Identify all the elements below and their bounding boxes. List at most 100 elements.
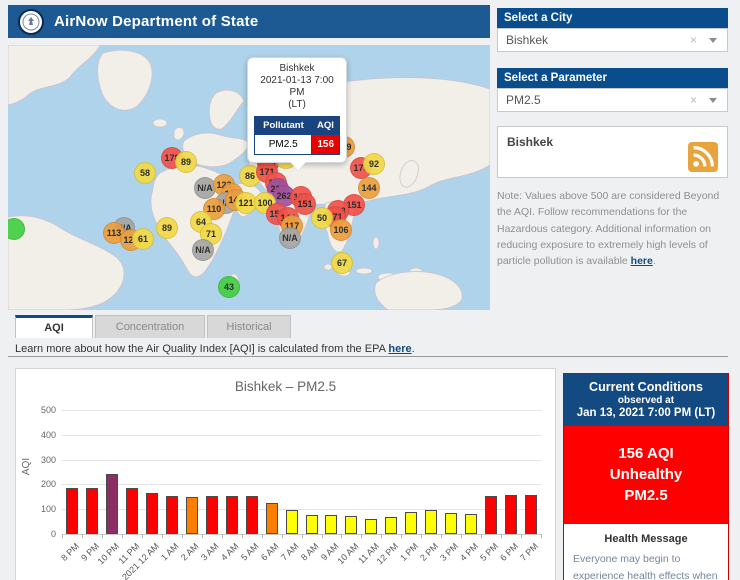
- city-select-value: Bishkek: [506, 33, 548, 47]
- map-marker[interactable]: 144: [358, 177, 380, 199]
- x-tick-label: 8 AM: [299, 541, 321, 563]
- tab-historical[interactable]: Historical: [207, 315, 291, 338]
- x-tick-label: 1 PM: [398, 541, 420, 563]
- map-marker[interactable]: N/A: [192, 239, 214, 261]
- x-tick-mark: [381, 534, 382, 538]
- tab-aqi[interactable]: AQI: [15, 315, 93, 338]
- map-marker[interactable]: 92: [363, 153, 385, 175]
- chart-bar[interactable]: [525, 495, 537, 534]
- city-dropdown-arrow-icon[interactable]: [709, 38, 717, 43]
- aqi-value-line: 156 AQI: [568, 443, 724, 464]
- chart-bar[interactable]: [246, 496, 258, 534]
- chart-bar[interactable]: [66, 488, 78, 534]
- city-select[interactable]: Bishkek ×: [497, 28, 728, 52]
- tooltip-aqi-value: 156: [312, 135, 340, 155]
- world-aqi-map[interactable]: 5817889N/A1131206189N/A123149N/A14112111…: [8, 45, 490, 310]
- x-tick-label: 5 PM: [478, 541, 500, 563]
- map-marker[interactable]: N/A: [279, 227, 301, 249]
- note-text: Note: Values above 500 are considered Be…: [497, 188, 728, 269]
- parameter-clear-icon[interactable]: ×: [690, 93, 697, 107]
- chart-bar[interactable]: [465, 514, 477, 534]
- parameter-dropdown-arrow-icon[interactable]: [709, 98, 717, 103]
- tooltip-col-pollutant: Pollutant: [255, 117, 312, 135]
- y-tick-label: 0: [26, 529, 56, 539]
- chart-bar[interactable]: [286, 510, 298, 534]
- chart-bar[interactable]: [425, 510, 437, 534]
- chart-bar[interactable]: [306, 515, 318, 534]
- map-marker[interactable]: 106: [330, 219, 352, 241]
- tooltip-col-aqi: AQI: [312, 117, 340, 135]
- y-tick-label: 300: [26, 455, 56, 465]
- parameter-select[interactable]: PM2.5 ×: [497, 88, 728, 112]
- x-tick-mark: [441, 534, 442, 538]
- parameter-select-header: Select a Parameter: [497, 68, 728, 88]
- tooltip-timezone: (LT): [252, 99, 342, 111]
- chart-bar[interactable]: [445, 513, 457, 534]
- chart-title: Bishkek – PM2.5: [16, 379, 555, 394]
- city-select-header: Select a City: [497, 8, 728, 28]
- tooltip-pollutant-value: PM2.5: [255, 135, 312, 155]
- map-marker[interactable]: 58: [134, 162, 156, 184]
- chart-bar[interactable]: [106, 474, 118, 534]
- gridline: [62, 435, 541, 436]
- learn-more-before: Learn more about how the Air Quality Ind…: [15, 343, 388, 355]
- x-tick-label: 5 AM: [239, 541, 261, 563]
- x-tick-mark: [322, 534, 323, 538]
- chart-bar[interactable]: [505, 495, 517, 534]
- chart-bar[interactable]: [186, 497, 198, 534]
- x-tick-mark: [262, 534, 263, 538]
- chart-bar[interactable]: [385, 517, 397, 534]
- app-header: AirNow Department of State: [8, 5, 490, 38]
- x-tick-mark: [421, 534, 422, 538]
- tooltip-datetime: 2021-01-13 7:00 PM: [252, 75, 342, 99]
- aqi-status-block: 156 AQI Unhealthy PM2.5: [564, 426, 728, 524]
- map-marker[interactable]: 61: [132, 228, 154, 250]
- x-tick-mark: [282, 534, 283, 538]
- chart-bar[interactable]: [146, 493, 158, 534]
- y-tick-label: 200: [26, 479, 56, 489]
- x-tick-label: 1 AM: [159, 541, 181, 563]
- chart-bar[interactable]: [126, 488, 138, 534]
- learn-more-after: .: [412, 343, 415, 355]
- chart-bar[interactable]: [365, 519, 377, 534]
- x-tick-label: 6 PM: [498, 541, 520, 563]
- observed-at-label: observed at: [568, 395, 724, 406]
- rss-icon[interactable]: [688, 142, 718, 172]
- epa-link[interactable]: here: [388, 343, 411, 355]
- current-conditions-title: Current Conditions: [568, 380, 724, 394]
- observed-datetime: Jan 13, 2021 7:00 PM (LT): [568, 407, 724, 419]
- map-marker[interactable]: 67: [331, 252, 353, 274]
- x-tick-label: 3 PM: [438, 541, 460, 563]
- tooltip-city: Bishkek: [252, 63, 342, 75]
- x-tick-mark: [521, 534, 522, 538]
- x-tick-label: 4 AM: [219, 541, 241, 563]
- gridline: [62, 460, 541, 461]
- x-tick-label: 2 PM: [418, 541, 440, 563]
- city-clear-icon[interactable]: ×: [690, 33, 697, 47]
- chart-bar[interactable]: [86, 488, 98, 534]
- map-marker[interactable]: 89: [175, 151, 197, 173]
- learn-more-text: Learn more about how the Air Quality Ind…: [15, 343, 415, 355]
- chart-bar[interactable]: [266, 503, 278, 534]
- note-after: .: [653, 255, 656, 267]
- x-tick-label: 7 PM: [518, 541, 540, 563]
- map-marker[interactable]: 89: [156, 217, 178, 239]
- chart-bar[interactable]: [405, 512, 417, 534]
- tooltip-pointer: [290, 162, 306, 170]
- tab-concentration[interactable]: Concentration: [95, 315, 205, 338]
- chart-bar[interactable]: [485, 496, 497, 534]
- map-marker[interactable]: 43: [218, 276, 240, 298]
- chart-bar[interactable]: [325, 515, 337, 534]
- chart-bar[interactable]: [226, 496, 238, 534]
- x-tick-mark: [341, 534, 342, 538]
- aqi-category: Unhealthy: [568, 464, 724, 485]
- chart-bar[interactable]: [166, 496, 178, 534]
- note-link[interactable]: here: [631, 255, 653, 267]
- x-tick-mark: [162, 534, 163, 538]
- parameter-select-value: PM2.5: [506, 93, 541, 107]
- health-message-text: Everyone may begin to experience health …: [564, 551, 728, 580]
- x-tick-label: 2 AM: [179, 541, 201, 563]
- tooltip-table: Pollutant AQI PM2.5 156: [254, 116, 340, 155]
- chart-bar[interactable]: [206, 496, 218, 534]
- chart-bar[interactable]: [345, 516, 357, 534]
